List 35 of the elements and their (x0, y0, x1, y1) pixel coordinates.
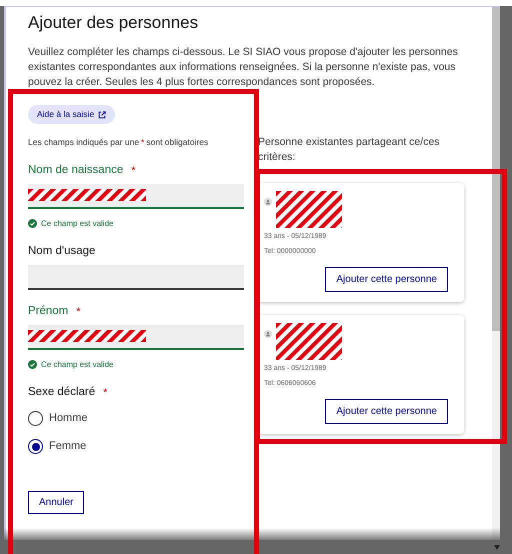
scrollbar[interactable] (492, 7, 500, 540)
person-icon (264, 330, 272, 338)
cancel-button[interactable]: Annuler (28, 490, 84, 514)
validation-message: Ce champ est valide (41, 218, 114, 230)
field-label: Prénom (28, 304, 68, 320)
field-label: Nom d'usage (28, 244, 96, 260)
input-field[interactable] (28, 264, 244, 290)
person-icon (264, 198, 272, 206)
add-person-button[interactable]: Ajouter cette personne (325, 399, 448, 424)
required-note: Les champs indiqués par une (28, 136, 140, 149)
required-mark: * (76, 304, 81, 320)
field-label: Nom de naissance (28, 163, 124, 178)
intro-paragraph: Veuillez compléter les champs ci-dessous. Le SI SIAO vous propose d'ajouter les personnes existantes correspondantes aux informations renseignées. Si la personne n'existe pas, vous pouvez la créer. Seules les 4 plus fortes correspondances sont proposées. (28, 45, 459, 90)
validation-message: Ce champ est valide (41, 358, 114, 371)
matches-heading: Personne existantes partageant ce/ces critères: (258, 135, 441, 165)
check-circle-icon (28, 219, 37, 228)
help-link[interactable]: Aide à la saisie (28, 105, 116, 124)
scroll-down-arrow-icon[interactable] (494, 545, 500, 550)
required-mark: * (103, 386, 108, 400)
input-field[interactable] (28, 184, 244, 209)
redaction-drawing (276, 323, 342, 360)
radio-label: Homme (49, 410, 88, 426)
required-note: sont obligatoires (146, 136, 208, 149)
dialog-title: Ajouter des personnes (28, 12, 200, 34)
radio-button[interactable] (28, 410, 43, 426)
add-person-button[interactable]: Ajouter cette personne (325, 267, 448, 292)
input-field[interactable] (28, 324, 244, 350)
radio-button[interactable] (28, 439, 43, 454)
check-circle-icon (28, 360, 37, 370)
external-link-icon (98, 110, 106, 118)
required-mark: * (141, 136, 144, 149)
redaction-drawing (276, 191, 342, 228)
field-label: Sexe déclaré (28, 385, 96, 400)
required-mark: * (131, 164, 136, 178)
radio-label: Femme (49, 439, 86, 454)
